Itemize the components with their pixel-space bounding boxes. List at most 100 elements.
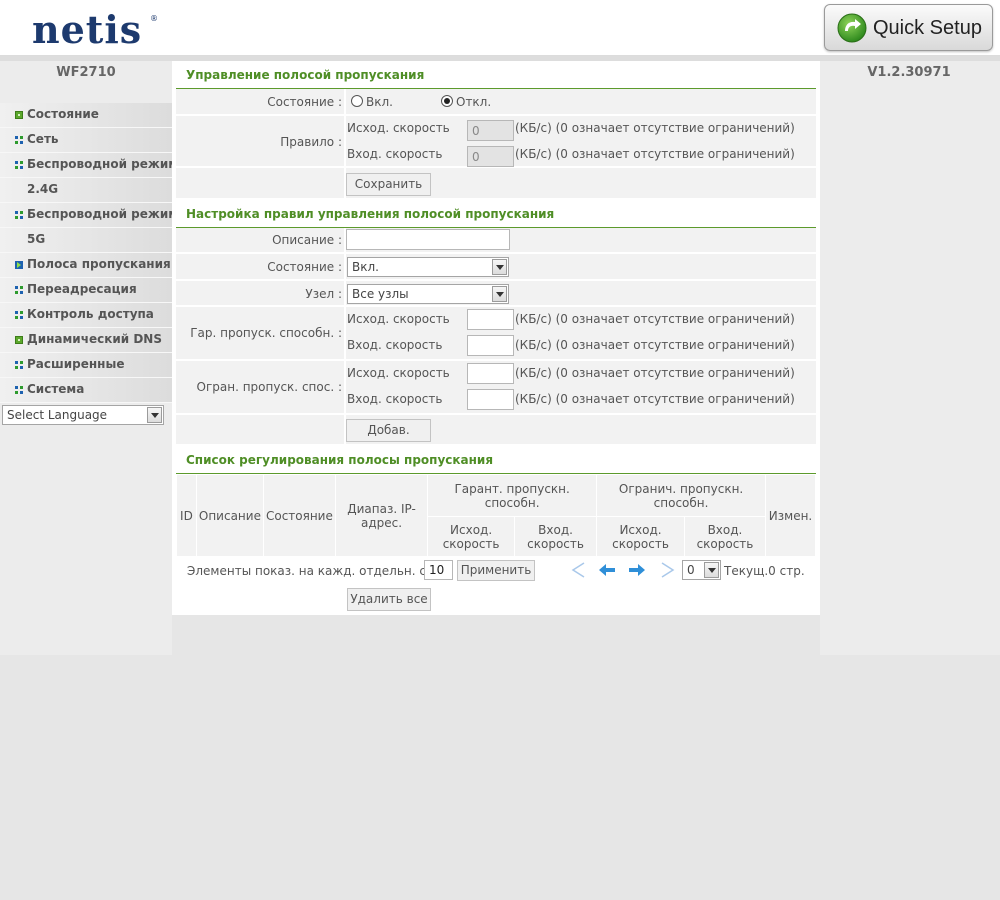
sidebar-item-wireless-24g-sub[interactable]: 2.4G — [0, 178, 172, 203]
download-label: Вход. скорость — [347, 392, 443, 406]
download-label: Вход. скорость — [347, 147, 443, 161]
sidebar-item-ddns[interactable]: Динамический DNS — [0, 328, 172, 353]
column-header-limited-upload: Исход. скорость — [596, 516, 685, 557]
save-cell: Сохранить — [344, 168, 816, 198]
column-header-id: ID — [176, 474, 197, 557]
prev-page-icon[interactable] — [598, 563, 616, 577]
chevron-down-icon — [147, 407, 162, 423]
sidebar-item-network[interactable]: Сеть — [0, 128, 172, 153]
sidebar-item-label: Беспроводной режим — [27, 157, 179, 171]
rule-value-cell: Исход. скорость 0 (КБ/с) (0 означает отс… — [344, 116, 816, 167]
rule-state-select[interactable]: Вкл. — [347, 257, 509, 277]
sidebar-item-wireless-24g[interactable]: Беспроводной режим — [0, 153, 178, 178]
status-icon — [15, 336, 23, 344]
language-select[interactable]: Select Language — [2, 405, 164, 425]
refresh-arrow-icon — [837, 13, 867, 43]
guaranteed-row: Гар. пропуск. способн. : Исход. скорость… — [176, 307, 816, 361]
add-row: Добав. — [176, 415, 816, 446]
sidebar-item-bandwidth[interactable]: Полоса пропускания — [0, 253, 172, 278]
guaranteed-upload-input[interactable] — [467, 309, 514, 330]
section-title: Список регулирования полосы пропускания — [186, 453, 494, 467]
add-cell: Добав. — [344, 415, 816, 444]
save-row: Сохранить — [176, 168, 816, 200]
apply-button[interactable]: Применить — [457, 560, 535, 581]
download-hint: (КБ/с) (0 означает отсутствие ограничени… — [515, 147, 795, 161]
chevron-down-icon — [704, 562, 719, 578]
first-page-icon[interactable] — [570, 562, 588, 578]
rule-list-table: ID Описание Состояние Диапаз. IP-адрес. … — [176, 474, 816, 557]
sidebar: WF2710 Состояние Сеть Беспроводной режим… — [0, 61, 178, 655]
state-value-cell: Вкл. Откл. — [344, 89, 816, 114]
node-select[interactable]: Все узлы — [347, 284, 509, 304]
sidebar-item-access-control[interactable]: Контроль доступа — [0, 303, 172, 328]
description-label: Описание : — [272, 233, 342, 247]
sidebar-item-advanced[interactable]: Расширенные — [0, 353, 172, 378]
quick-setup-button[interactable]: Quick Setup — [824, 4, 993, 51]
sidebar-item-label: Динамический DNS — [27, 332, 162, 346]
last-page-icon[interactable] — [658, 562, 676, 578]
active-arrow-icon — [15, 261, 23, 269]
rule-state-label: Состояние : — [267, 260, 342, 274]
sidebar-item-label: Сеть — [27, 132, 59, 146]
quick-setup-label: Quick Setup — [873, 17, 982, 39]
column-header-limited: Огранич. пропускн. способн. — [596, 474, 767, 517]
description-input[interactable] — [346, 229, 510, 250]
sidebar-item-label: Полоса пропускания — [27, 257, 171, 271]
grid-icon — [15, 211, 23, 219]
limited-row: Огран. пропуск. спос. : Исход. скорость … — [176, 361, 816, 415]
sidebar-item-label: Переадресация — [27, 282, 137, 296]
limited-label: Огран. пропуск. спос. : — [196, 380, 342, 394]
header-bar: netis ® Quick Setup — [0, 0, 1000, 56]
radio-off-label: Откл. — [456, 95, 492, 109]
next-page-icon[interactable] — [628, 563, 646, 577]
model-name: WF2710 — [56, 65, 116, 80]
node-cell: Все узлы — [344, 281, 816, 305]
column-header-guaranteed-download: Вход. скорость — [514, 516, 598, 557]
rule-state-cell: Вкл. — [344, 254, 816, 279]
column-header-ip-range: Диапаз. IP-адрес. — [334, 474, 429, 557]
page-select[interactable]: 0 — [682, 560, 721, 580]
download-speed-input[interactable]: 0 — [467, 146, 514, 167]
sidebar-item-label: 5G — [27, 232, 46, 246]
upload-speed-input[interactable]: 0 — [467, 120, 514, 141]
sidebar-item-system[interactable]: Система — [0, 378, 172, 403]
save-button[interactable]: Сохранить — [346, 173, 431, 196]
sidebar-item-forwarding[interactable]: Переадресация — [0, 278, 172, 303]
chevron-down-icon — [492, 286, 507, 302]
netis-logo: netis — [32, 7, 143, 52]
rule-state-select-value: Вкл. — [352, 260, 379, 274]
download-label: Вход. скорость — [347, 338, 443, 352]
sidebar-item-label: 2.4G — [27, 182, 59, 196]
limited-upload-input[interactable] — [467, 363, 514, 384]
column-header-limited-download: Вход. скорость — [683, 516, 767, 557]
sidebar-item-wireless-5g-sub[interactable]: 5G — [0, 228, 172, 253]
upload-hint: (КБ/с) (0 означает отсутствие ограничени… — [515, 312, 795, 326]
per-page-input[interactable]: 10 — [424, 560, 453, 580]
guaranteed-download-input[interactable] — [467, 335, 514, 356]
grid-icon — [15, 361, 23, 369]
per-page-label: Элементы показ. на кажд. отдельн. стр. — [187, 564, 445, 578]
grid-icon — [15, 136, 23, 144]
sidebar-item-wireless-5g[interactable]: Беспроводной режим — [0, 203, 178, 228]
sidebar-item-label: Состояние — [27, 107, 99, 121]
column-header-guaranteed-upload: Исход. скорость — [427, 516, 516, 557]
status-icon — [15, 111, 23, 119]
limited-download-input[interactable] — [467, 389, 514, 410]
add-button[interactable]: Добав. — [346, 419, 431, 442]
section-rule-list: Список регулирования полосы пропускания — [176, 446, 816, 474]
right-column — [820, 61, 1000, 655]
rule-label: Правило : — [280, 135, 342, 149]
section-title: Настройка правил управления полосой проп… — [186, 207, 555, 221]
download-hint: (КБ/с) (0 означает отсутствие ограничени… — [515, 392, 795, 406]
sidebar-item-label: Система — [27, 382, 85, 396]
radio-on-label: Вкл. — [366, 95, 393, 109]
node-select-value: Все узлы — [352, 287, 409, 301]
node-row: Узел : Все узлы — [176, 281, 816, 307]
current-page-text: Текущ.0 стр. — [724, 564, 805, 578]
download-hint: (КБ/с) (0 означает отсутствие ограничени… — [515, 338, 795, 352]
radio-off[interactable] — [441, 95, 453, 107]
delete-all-button[interactable]: Удалить все — [347, 588, 431, 611]
radio-on[interactable] — [351, 95, 363, 107]
description-row: Описание : — [176, 228, 816, 254]
sidebar-item-status[interactable]: Состояние — [0, 103, 172, 128]
